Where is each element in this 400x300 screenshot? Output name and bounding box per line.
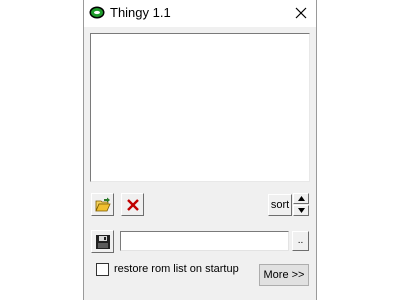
window-title: Thingy 1.1 — [110, 5, 171, 20]
open-button[interactable] — [91, 193, 114, 216]
save-button[interactable] — [91, 230, 114, 253]
browse-button[interactable]: .. — [292, 231, 309, 251]
move-up-button[interactable] — [293, 193, 309, 204]
sort-button[interactable]: sort — [268, 194, 292, 216]
title-bar[interactable]: Thingy 1.1 — [84, 0, 316, 27]
delete-icon — [127, 199, 139, 211]
path-input[interactable] — [120, 231, 289, 251]
more-button[interactable]: More >> — [259, 264, 309, 286]
arrow-down-icon — [298, 208, 305, 213]
restore-label: restore rom list on startup — [114, 263, 239, 275]
save-disk-icon — [96, 235, 110, 249]
rom-list[interactable] — [90, 33, 310, 182]
arrow-up-icon — [298, 196, 305, 201]
restore-checkbox[interactable] — [96, 263, 109, 276]
move-down-button[interactable] — [293, 205, 309, 216]
app-icon — [89, 6, 105, 19]
open-folder-icon — [95, 197, 111, 212]
app-window: Thingy 1.1 sort .. restore rom list on s… — [83, 0, 317, 300]
remove-button[interactable] — [121, 193, 144, 216]
close-icon[interactable] — [286, 0, 316, 27]
